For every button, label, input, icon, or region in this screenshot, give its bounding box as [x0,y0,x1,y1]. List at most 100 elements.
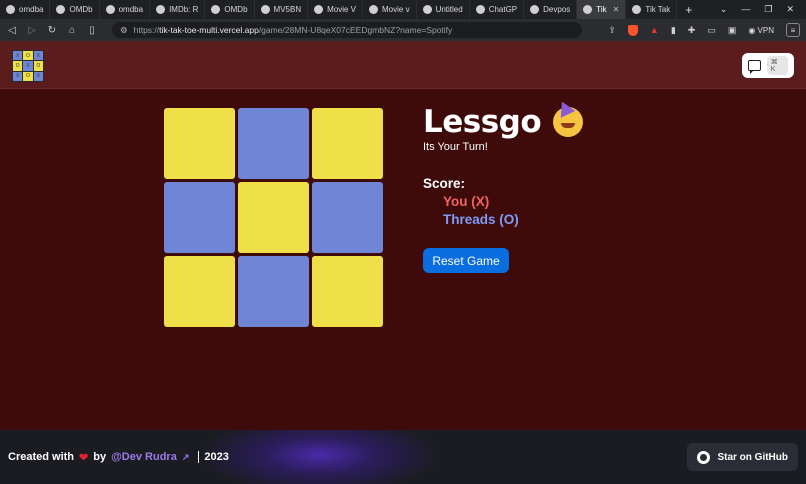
tab-label: Tik [596,5,607,14]
brave-wallet-icon[interactable]: ▣ [728,25,737,36]
bookmark-icon[interactable]: ▯ [86,25,98,36]
board-cell[interactable] [312,182,383,253]
reset-game-button[interactable]: Reset Game [423,248,509,273]
site-settings-icon[interactable]: ⚙ [120,25,128,36]
logo-cell: X [23,61,33,71]
brave-shields-icon[interactable] [627,24,638,36]
tab-label: OMDb [224,5,248,14]
logo-cell: X [33,51,43,61]
tab-favicon-icon [156,5,166,14]
score-you: You (X) [443,194,490,209]
star-label: Star on GitHub [717,451,788,463]
tab-favicon-icon [422,5,432,14]
browser-tab[interactable]: OMDb [50,0,100,19]
page-footer: Created with ❤ by @Dev Rudra ↗ 2023 Star… [0,430,806,484]
close-icon[interactable]: ✕ [786,4,794,15]
tab-label: Movie V [327,5,356,14]
browser-tab[interactable]: Tik ✕ [577,0,627,19]
tab-label: OMDb [69,5,93,14]
board-cell[interactable] [164,182,235,253]
title-row: Lessgo [423,104,584,140]
tab-label: ChatGP [488,5,518,14]
tab-favicon-icon [260,5,270,14]
tab-favicon-icon [530,5,540,14]
tab-label: omdba [118,5,144,14]
address-bar[interactable]: ⚙ https://tik-tak-toe-multi.vercel.app/g… [112,22,582,38]
share-icon[interactable]: ⇪ [608,25,616,36]
shortcut-hint: ⌘ K [766,56,788,75]
board-cell[interactable] [238,256,309,327]
tab-close-icon[interactable]: ✕ [613,5,620,14]
window-controls: ⌄ — ❐ ✕ [720,4,806,15]
extensions-icon[interactable]: ✚ [688,25,696,36]
forward-icon[interactable]: ▷ [26,25,38,36]
maximize-icon[interactable]: ❐ [764,4,772,15]
board-cell[interactable] [164,256,235,327]
tab-favicon-icon [583,5,593,14]
home-icon[interactable]: ⌂ [66,25,78,36]
logo-cell: X [33,71,43,81]
back-icon[interactable]: ◁ [6,25,18,36]
browser-tab-bar: omdba OMDb omdba IMDb: R OMDb MV5BN Movie V Mov… [0,0,806,19]
tab-favicon-icon [105,5,115,14]
tab-label: Movie v [382,5,410,14]
logo-cell: O [13,61,23,71]
browser-tab[interactable]: Untitled [417,0,470,19]
logo-cell: O [33,61,43,71]
browser-tab[interactable]: omdba [0,0,51,19]
page-header: XOXOXOXOX ⌘ K [0,41,806,89]
reload-icon[interactable]: ↻ [46,25,58,36]
brave-rewards-icon[interactable]: ▲ [650,25,659,35]
game-board [164,108,384,328]
tab-favicon-icon [314,5,324,14]
app-logo[interactable]: XOXOXOXOX [12,50,44,82]
browser-tab[interactable]: Devpos [524,0,578,19]
tab-favicon-icon [56,5,66,14]
board-cell[interactable] [238,182,309,253]
sidebar-icon[interactable]: ▭ [707,25,716,36]
tab-label: Devpos [543,5,571,14]
party-face-icon [553,107,584,137]
url-text: https://tik-tak-toe-multi.vercel.app/gam… [133,25,453,35]
wallet-icon[interactable]: ▮ [671,25,676,36]
credit-line: Created with ❤ by @Dev Rudra ↗ 2023 [8,451,229,464]
menu-icon[interactable]: ≡ [786,23,800,37]
board-cell[interactable] [312,256,383,327]
browser-tab[interactable]: OMDb [205,0,255,19]
tab-label: MV5BN [273,5,302,14]
tab-label: IMDb: R [169,5,199,14]
tab-label: Tik Tak [645,5,671,14]
chevron-down-icon[interactable]: ⌄ [720,4,728,15]
board-cell[interactable] [312,108,383,179]
logo-cell: O [23,51,33,61]
chat-icon [748,60,761,74]
browser-tab[interactable]: omdba [100,0,151,19]
year-text: 2023 [204,451,229,463]
browser-tab[interactable]: MV5BN [255,0,309,19]
tab-favicon-icon [6,5,15,14]
logo-cell: O [23,71,33,81]
board-cell[interactable] [238,108,309,179]
tab-favicon-icon [632,5,642,14]
game-info: Lessgo Its Your Turn! Score: You (X) Thr… [423,104,584,273]
browser-tab[interactable]: ChatGP [470,0,525,19]
minimize-icon[interactable]: — [741,4,750,15]
github-icon [697,450,711,464]
board-cell[interactable] [164,108,235,179]
browser-tab[interactable]: Tik Tak [626,0,678,19]
browser-tab[interactable]: Movie V [308,0,363,19]
external-link-icon[interactable]: ↗ [182,452,190,463]
score-label: Score: [423,176,466,191]
score-opponent: Threads (O) [443,212,519,227]
browser-tab[interactable]: Movie v [363,0,417,19]
turn-status: Its Your Turn! [423,141,488,153]
by-text: by [93,451,107,463]
author-link[interactable]: @Dev Rudra [111,451,177,463]
browser-tab[interactable]: IMDb: R [150,0,206,19]
new-tab-button[interactable]: + [677,3,700,17]
chat-button[interactable]: ⌘ K [742,53,794,78]
vpn-button[interactable]: ◉ VPN [748,26,774,35]
tab-favicon-icon [369,5,378,14]
star-on-github-button[interactable]: Star on GitHub [687,443,798,471]
divider [198,451,200,463]
